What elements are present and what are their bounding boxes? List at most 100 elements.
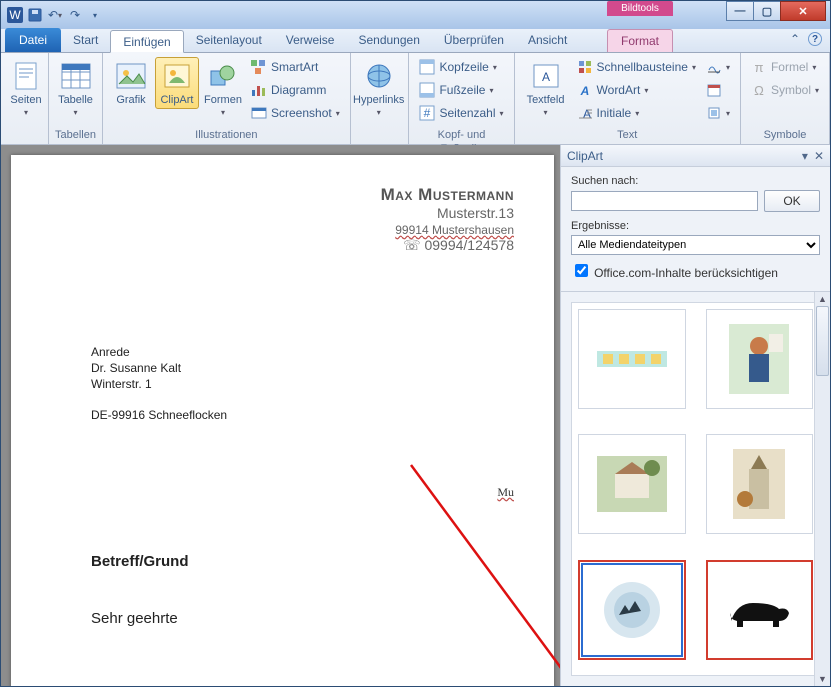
ok-button[interactable]: OK <box>764 190 820 212</box>
clipart-results: ▲ ▼ <box>561 292 830 686</box>
datetime-button[interactable] <box>702 80 734 100</box>
redo-icon[interactable]: ↷ <box>67 7 83 23</box>
textbox-icon: A <box>530 60 562 92</box>
equation-icon: π <box>751 59 767 75</box>
formel-button[interactable]: πFormel▾ <box>747 57 823 77</box>
clipart-thumb-5-selected[interactable] <box>578 560 686 660</box>
smartart-button[interactable]: SmartArt <box>247 57 344 77</box>
schnell-label: Schnellbausteine <box>597 60 688 74</box>
tab-seitenlayout[interactable]: Seitenlayout <box>184 29 274 52</box>
formen-label: Formen <box>204 94 242 106</box>
pane-close-icon[interactable]: ✕ <box>814 149 824 163</box>
clipart-thumb-1[interactable] <box>578 309 686 409</box>
results-scrollbar[interactable]: ▲ ▼ <box>814 292 830 686</box>
dropcap-icon: A <box>577 105 593 121</box>
scroll-down-icon[interactable]: ▼ <box>815 672 830 686</box>
tab-verweise[interactable]: Verweise <box>274 29 347 52</box>
undo-icon[interactable]: ↶▾ <box>47 7 63 23</box>
svg-text:A: A <box>579 84 589 98</box>
clipart-thumb-2[interactable] <box>706 309 814 409</box>
recipient-city: DE-99916 Schneeflocken <box>91 407 514 423</box>
fusszeile-button[interactable]: Fußzeile▾ <box>415 80 507 100</box>
schnellbausteine-button[interactable]: Schnellbausteine▾ <box>573 57 700 77</box>
svg-text:W: W <box>9 8 21 22</box>
title-bar: W ↶▾ ↷ ▾ Bildtools — ▢ ✕ <box>1 1 830 29</box>
wordart-button[interactable]: AWordArt▾ <box>573 80 700 100</box>
word-icon: W <box>7 7 23 23</box>
document-area[interactable]: Max Mustermann Musterstr.13 99914 Muster… <box>1 145 560 686</box>
wordart-label: WordArt <box>597 83 641 97</box>
scroll-up-icon[interactable]: ▲ <box>815 292 830 306</box>
save-icon[interactable] <box>27 7 43 23</box>
grafik-button[interactable]: Grafik <box>109 57 153 109</box>
hyperlinks-button[interactable]: Hyperlinks ▾ <box>357 57 401 120</box>
window-controls: — ▢ ✕ <box>727 1 826 21</box>
bildtools-caption: Bildtools <box>607 1 673 16</box>
tab-sendungen[interactable]: Sendungen <box>346 29 431 52</box>
pagenumber-icon: # <box>419 105 435 121</box>
office-com-checkbox[interactable] <box>575 264 588 277</box>
media-type-select[interactable]: Alle Mediendateitypen <box>571 235 820 255</box>
textfeld-button[interactable]: A Textfeld ▾ <box>521 57 571 120</box>
smartart-label: SmartArt <box>271 60 318 74</box>
search-label: Suchen nach: <box>571 175 820 187</box>
clipart-search-section: Suchen nach: OK Ergebnisse: Alle Mediend… <box>561 167 830 292</box>
initiale-button[interactable]: AInitiale▾ <box>573 103 700 123</box>
tab-einfuegen[interactable]: Einfügen <box>110 30 183 53</box>
search-input[interactable] <box>571 191 758 211</box>
sender-phone: ☏ 09994/124578 <box>91 237 514 254</box>
globe-link-icon <box>363 60 395 92</box>
tab-format[interactable]: Format <box>607 29 673 52</box>
blocks-icon <box>577 59 593 75</box>
group-seiten: Seiten ▾ <box>1 53 49 144</box>
seiten-button[interactable]: Seiten ▾ <box>7 57 45 120</box>
office-com-checkbox-row[interactable]: Office.com-Inhalte berücksichtigen <box>571 261 820 280</box>
ribbon-minimize-icon[interactable]: ⌃ <box>790 32 800 46</box>
clipart-button[interactable]: ClipArt <box>155 57 199 109</box>
tab-ueberpruefen[interactable]: Überprüfen <box>432 29 516 52</box>
header-icon <box>419 59 435 75</box>
clipart-grid[interactable] <box>571 302 820 676</box>
screenshot-button[interactable]: Screenshot▾ <box>247 103 344 123</box>
seiten-label: Seiten <box>10 94 41 106</box>
maximize-button[interactable]: ▢ <box>753 1 781 21</box>
tabelle-button[interactable]: Tabelle ▾ <box>55 57 96 120</box>
initiale-label: Initiale <box>597 106 632 120</box>
symbol-button[interactable]: ΩSymbol▾ <box>747 80 823 100</box>
clipart-thumb-6[interactable] <box>706 560 814 660</box>
object-button[interactable]: ▾ <box>702 103 734 123</box>
fusszeile-label: Fußzeile <box>439 83 485 97</box>
wordart-icon: A <box>577 82 593 98</box>
office-com-label: Office.com-Inhalte berücksichtigen <box>594 266 778 280</box>
recipient-name: Dr. Susanne Kalt <box>91 360 514 376</box>
tab-start[interactable]: Start <box>61 29 110 52</box>
scroll-thumb[interactable] <box>816 306 829 376</box>
pane-menu-icon[interactable]: ▾ <box>802 149 808 163</box>
chart-icon <box>251 82 267 98</box>
screenshot-label: Screenshot <box>271 106 332 120</box>
clipart-pane-title[interactable]: ClipArt ▾✕ <box>561 145 830 167</box>
signature-line-button[interactable]: ▾ <box>702 57 734 77</box>
results-label: Ergebnisse: <box>571 220 820 232</box>
clipart-thumb-3[interactable] <box>578 434 686 534</box>
screenshot-icon <box>251 105 267 121</box>
minimize-button[interactable]: — <box>726 1 754 21</box>
tab-file[interactable]: Datei <box>5 28 61 52</box>
ribbon-right-controls: ⌃ ? <box>790 32 822 46</box>
clipart-label: ClipArt <box>160 94 193 106</box>
qat-more-icon[interactable]: ▾ <box>87 7 103 23</box>
kopfzeile-button[interactable]: Kopfzeile▾ <box>415 57 507 77</box>
tab-ansicht[interactable]: Ansicht <box>516 29 579 52</box>
diagramm-button[interactable]: Diagramm <box>247 80 344 100</box>
recipient-street: Winterstr. 1 <box>91 376 514 392</box>
group-tabellen: Tabelle ▾ Tabellen <box>49 53 103 144</box>
text-group-label: Text <box>521 128 734 142</box>
clipart-thumb-4[interactable] <box>706 434 814 534</box>
svg-text:A: A <box>583 107 591 121</box>
help-icon[interactable]: ? <box>808 32 822 46</box>
formen-button[interactable]: Formen ▾ <box>201 57 245 120</box>
close-button[interactable]: ✕ <box>780 1 826 21</box>
seitenzahl-button[interactable]: #Seitenzahl▾ <box>415 103 507 123</box>
kopf-group-label: Kopf- und Fußzeile <box>415 128 507 142</box>
document-page[interactable]: Max Mustermann Musterstr.13 99914 Muster… <box>11 155 554 686</box>
